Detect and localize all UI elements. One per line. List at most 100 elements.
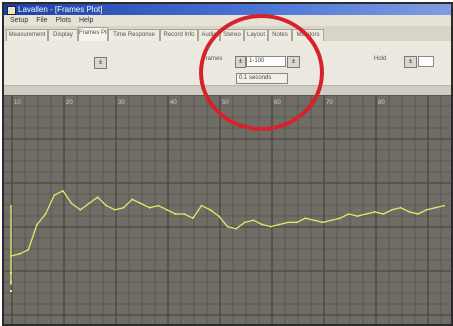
trace-point xyxy=(62,190,64,192)
trace-point xyxy=(192,217,194,220)
tab-time-response[interactable]: Time Response xyxy=(108,29,160,41)
trace-point xyxy=(10,255,12,257)
x-tick-label: 70 xyxy=(326,100,333,106)
frames-confirm-symbol: ± xyxy=(291,58,296,65)
toolbar: ± Frames ± 1-100 ± Hold ± 0.1 seconds xyxy=(4,41,451,86)
plot-canvas: 10 20 30 40 50 60 70 80 xyxy=(4,95,451,324)
trace-point xyxy=(356,215,359,217)
app-icon xyxy=(7,6,16,15)
frames-confirm-button[interactable]: ± xyxy=(287,56,300,68)
trace-point xyxy=(226,225,229,228)
menu-item-file[interactable]: File xyxy=(36,17,47,24)
trace-point xyxy=(209,208,212,211)
trace-point xyxy=(261,223,263,226)
frames-field[interactable]: 1-100 xyxy=(246,56,286,67)
trace-point xyxy=(330,219,333,222)
trace-point xyxy=(278,223,281,226)
trace-point xyxy=(252,219,255,222)
trace-point xyxy=(425,208,428,211)
hold-label: Hold xyxy=(374,56,387,62)
app-window: Lavallen - [Frames Plot] Setup File Plot… xyxy=(2,2,453,326)
x-tick-label: 60 xyxy=(274,100,281,106)
trace-point xyxy=(200,204,203,207)
tab-frames-plot[interactable]: Frames Plot xyxy=(78,27,108,41)
menu-item-setup[interactable]: Setup xyxy=(10,17,28,24)
trace-point xyxy=(27,248,30,251)
x-tick-label: 10 xyxy=(14,100,21,106)
trace-point xyxy=(295,221,298,224)
plot-header-bar xyxy=(4,86,451,95)
trace-point xyxy=(157,204,160,207)
tab-strip: Measurement Display Frames Plot Time Res… xyxy=(4,26,451,41)
tab-audio[interactable]: Audio xyxy=(198,29,220,41)
trace-point xyxy=(166,208,168,211)
trace-point xyxy=(287,221,289,224)
trace-point xyxy=(183,213,186,215)
trace-point xyxy=(18,253,21,255)
menu-item-help[interactable]: Help xyxy=(79,17,93,24)
frames-label: Frames xyxy=(202,56,223,62)
hold-field[interactable] xyxy=(418,56,434,67)
menu-bar: Setup File Plots Help xyxy=(4,15,451,26)
trace-marker xyxy=(10,272,12,274)
trace-marker xyxy=(10,290,12,292)
x-tick-label: 20 xyxy=(66,100,73,106)
trace-point xyxy=(391,208,393,211)
title-bar: Lavallen - [Frames Plot] xyxy=(4,4,451,15)
trace-point xyxy=(148,206,151,209)
x-tick-label: 40 xyxy=(170,100,177,106)
trace-point xyxy=(443,204,445,207)
trace-point xyxy=(105,204,108,207)
trace-point xyxy=(417,213,419,215)
tab-monitors[interactable]: Monitors xyxy=(292,29,324,41)
trace-point xyxy=(304,217,307,220)
frames-step-button[interactable]: ± xyxy=(235,56,246,68)
trace-point xyxy=(174,213,177,215)
trace-point xyxy=(44,213,47,215)
trace-point xyxy=(53,194,56,196)
tab-layout[interactable]: Layout xyxy=(244,29,268,41)
trace-point xyxy=(79,208,82,211)
tab-notes[interactable]: Notes xyxy=(268,29,292,41)
trace-point xyxy=(131,198,134,201)
window-title: Lavallen - [Frames Plot] xyxy=(18,5,103,14)
trace-point xyxy=(269,225,272,228)
trace-point xyxy=(339,217,341,220)
trace-point xyxy=(122,206,125,209)
tab-display[interactable]: Display xyxy=(48,29,78,41)
tab-measurement[interactable]: Measurement xyxy=(6,29,48,41)
x-tick-label: 50 xyxy=(222,100,229,106)
x-tick-label: 30 xyxy=(118,100,125,106)
trace-point xyxy=(114,208,116,211)
trace-point xyxy=(373,211,376,213)
trace-point xyxy=(235,227,238,230)
trace-point xyxy=(88,202,90,205)
trace-point xyxy=(243,221,246,224)
tab-record-info[interactable]: Record Info xyxy=(160,29,198,41)
trace-point xyxy=(382,213,385,215)
trace-point xyxy=(347,213,350,215)
left-step-button[interactable]: ± xyxy=(94,57,107,69)
trace-point xyxy=(408,211,411,213)
menu-item-plots[interactable]: Plots xyxy=(55,17,71,24)
hold-step-button[interactable]: ± xyxy=(404,56,417,68)
trace-marker xyxy=(10,281,12,283)
trace-point xyxy=(96,196,99,199)
frames-plot[interactable]: 10 20 30 40 50 60 70 80 xyxy=(4,95,451,324)
step-symbol: ± xyxy=(98,59,103,66)
trace-point xyxy=(313,219,315,222)
plot-background xyxy=(4,95,451,324)
tab-stereo[interactable]: Stereo xyxy=(220,29,244,41)
trace-point xyxy=(70,202,73,205)
hold-step-symbol: ± xyxy=(408,58,413,65)
position-field[interactable]: 0.1 seconds xyxy=(236,73,288,84)
x-tick-label: 80 xyxy=(378,100,385,106)
trace-point xyxy=(365,213,367,215)
trace-point xyxy=(399,206,402,209)
trace-point xyxy=(217,215,220,217)
trace-point xyxy=(321,221,324,224)
trace-point xyxy=(140,202,142,205)
trace-point xyxy=(434,206,437,209)
frames-step-symbol: ± xyxy=(238,58,243,65)
trace-point xyxy=(36,223,38,226)
